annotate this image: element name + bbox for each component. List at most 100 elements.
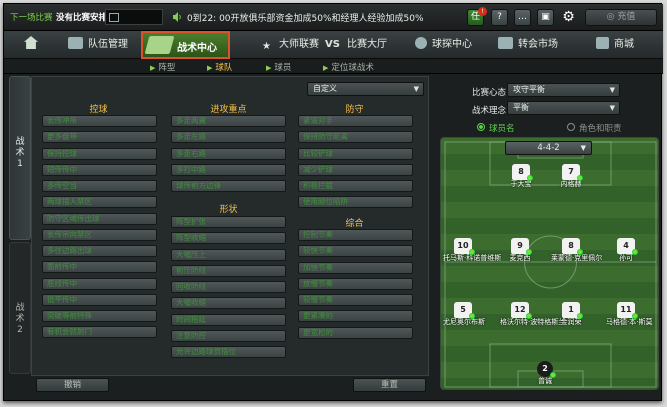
subtab-label: 球员 xyxy=(274,63,292,73)
nav-tactics-center[interactable]: 战术中心 xyxy=(141,31,230,59)
attack-option-button[interactable]: 多走左路 xyxy=(171,131,286,144)
nav-team-management[interactable]: 队伍管理 xyxy=(68,35,128,55)
formation-option-button[interactable]: 允许边路球员插位 xyxy=(171,346,286,358)
pass-option-button[interactable]: 长传吊向禁区 xyxy=(42,228,157,241)
pass-option-button[interactable]: 短传传中 xyxy=(42,163,157,176)
radio-role-label: 角色和职责 xyxy=(579,124,622,134)
reset-button[interactable]: 重置 xyxy=(353,378,426,392)
player-marker[interactable]: 8 于大宝 xyxy=(501,164,541,188)
formation-option-button[interactable]: 大幅压上 xyxy=(171,248,286,261)
overall-option-button[interactable]: 放慢节奏 xyxy=(298,277,413,290)
formation-option-button[interactable]: 回收防线 xyxy=(171,281,286,293)
nav-scout-center[interactable]: 球探中心 xyxy=(415,35,472,55)
pass-option-button[interactable]: 底线传中 xyxy=(42,277,157,290)
radio-player-name[interactable] xyxy=(477,123,485,131)
nav-shop[interactable]: 商城 xyxy=(596,35,634,55)
pass-option-button[interactable]: 有机会就射门 xyxy=(42,326,157,339)
player-marker[interactable]: 2 曾诚 xyxy=(525,361,565,385)
nav-master-league[interactable]: ★ 大师联赛 xyxy=(262,35,319,55)
defense-option-button[interactable]: 保持防守距离 xyxy=(298,131,413,144)
mentality-dropdown[interactable]: 攻守平衡 ▼ xyxy=(507,83,620,97)
pass-option-button[interactable]: 保持控球 xyxy=(42,147,157,160)
overall-option-button[interactable]: 更宽松的 xyxy=(298,326,413,339)
formation-option-button[interactable]: 大幅收缩 xyxy=(171,297,286,310)
player-number: 2 xyxy=(542,364,548,373)
attack-option-button[interactable]: 多走右路 xyxy=(171,147,286,160)
defense-option-button[interactable]: 积极拦截 xyxy=(298,180,413,192)
subtab-team[interactable]: ▶ 球队 xyxy=(207,61,232,73)
calendar-small-icon xyxy=(109,13,119,22)
pass-option-button[interactable]: 多传空当 xyxy=(42,180,157,192)
star-icon: ★ xyxy=(262,41,271,52)
pass-option-button[interactable]: 多往边路出球 xyxy=(42,245,157,257)
radio-role[interactable] xyxy=(567,123,575,131)
player-marker[interactable]: 1 金润荣 xyxy=(551,302,591,326)
tab-tactic-1[interactable]: 战术1 xyxy=(9,76,31,240)
overall-option-button[interactable]: 加快节奏 xyxy=(298,261,413,274)
overall-option-button[interactable]: 更紧凑的 xyxy=(298,310,413,323)
undo-button[interactable]: 撤销 xyxy=(36,378,109,392)
subtab-formation[interactable]: ▶ 阵型 xyxy=(150,61,175,73)
pass-option-button[interactable]: 两球插入禁区 xyxy=(42,196,157,209)
player-name: 于大宝 xyxy=(510,180,532,188)
overall-option-button[interactable]: 控制节奏 xyxy=(298,229,413,241)
subtab-label: 球队 xyxy=(215,63,233,73)
calendar-icon[interactable]: 任! xyxy=(467,7,487,26)
pass-option-button[interactable]: 低平传中 xyxy=(42,293,157,306)
nav-match-hall[interactable]: VS 比赛大厅 xyxy=(325,35,387,55)
formation-option-button[interactable]: 时间拖延 xyxy=(171,313,286,326)
player-marker[interactable]: 4 孙可 xyxy=(606,238,646,262)
gear-icon[interactable]: ⚙ xyxy=(560,9,577,26)
help-icon[interactable]: ? xyxy=(491,9,508,26)
defense-option-button[interactable]: 使用越位陷阱 xyxy=(298,196,413,209)
attack-option-button[interactable]: 多走两翼 xyxy=(171,115,286,127)
overall-option-button[interactable]: 较慢节奏 xyxy=(298,294,413,306)
defense-option-button[interactable]: 比较铲球 xyxy=(298,147,413,160)
section-title-defense: 防守 xyxy=(345,105,364,115)
tab-tactic-2[interactable]: 战术2 xyxy=(9,242,31,374)
dropdown-value: 平衡 xyxy=(513,103,529,112)
status-dot-icon xyxy=(526,313,532,319)
philosophy-dropdown[interactable]: 平衡 ▼ xyxy=(507,101,620,115)
defense-option-button[interactable]: 减少铲球 xyxy=(298,163,413,176)
chat-icon[interactable]: … xyxy=(514,9,531,26)
shirt-icon: 5 xyxy=(454,302,475,319)
player-marker[interactable]: 5 尤尼奥尔布斯 xyxy=(443,302,485,326)
player-marker[interactable]: 8 莱蒙德·克里佩尔 xyxy=(551,238,602,262)
bag-icon[interactable]: ▣ xyxy=(537,9,554,26)
player-marker[interactable]: 10 托马斯·科诺普维斯 xyxy=(443,238,501,262)
subtab-set-pieces[interactable]: ▶ 定位球战术 xyxy=(323,61,374,73)
player-marker[interactable]: 7 内格赫 xyxy=(551,164,591,188)
attack-option-button[interactable]: 球传前方边锋 xyxy=(171,180,286,192)
formation-option-button[interactable]: 阵型收缩 xyxy=(171,232,286,245)
formation-option-button[interactable]: 前压防线 xyxy=(171,264,286,277)
recharge-button[interactable]: ◎ 充值 xyxy=(585,9,657,26)
status-dot-icon xyxy=(527,175,533,181)
match-input[interactable] xyxy=(105,9,163,25)
status-dot-icon xyxy=(632,249,638,255)
formation-option-button[interactable]: 注意防控 xyxy=(171,329,286,342)
pass-option-button[interactable]: 面前传中 xyxy=(42,261,157,274)
home-icon[interactable] xyxy=(24,35,43,55)
nav-label: 球探中心 xyxy=(432,39,472,50)
player-marker[interactable]: 12 格沃尔特·波特格斯兰 xyxy=(500,302,565,326)
subtab-players[interactable]: ▶ 球员 xyxy=(266,61,291,73)
formation-option-button[interactable]: 阵型扩张 xyxy=(171,216,286,228)
overall-option-button[interactable]: 较快节奏 xyxy=(298,245,413,258)
defense-option-button[interactable]: 紧逼对手 xyxy=(298,115,413,127)
pass-option-button[interactable]: 防守区域传出球 xyxy=(42,212,157,225)
status-dot-icon xyxy=(577,175,583,181)
pass-option-button[interactable]: 更多盘带 xyxy=(42,131,157,144)
tactic-preset-dropdown[interactable]: 自定义 ▼ xyxy=(307,82,424,96)
nav-label: 大师联赛 xyxy=(279,39,319,50)
pass-option-button[interactable]: 突破等前特殊 xyxy=(42,310,157,322)
player-marker[interactable]: 9 麦克西 xyxy=(500,238,540,262)
formation-dropdown[interactable]: 4-4-2 ▼ xyxy=(505,141,592,155)
player-marker[interactable]: 11 马格德·本·斯莫 xyxy=(606,302,652,326)
attack-option-button[interactable]: 多打中路 xyxy=(171,163,286,176)
pass-option-button[interactable]: 长传冲吊 xyxy=(42,115,157,127)
top-bar: 下一场比赛 没有比赛安排 0到22: 00开放俱乐部资金加成50%和经理人经验加… xyxy=(4,4,663,31)
pitch xyxy=(440,137,659,390)
nav-transfer-market[interactable]: 转会市场 xyxy=(498,35,558,55)
notification-badge-icon: ! xyxy=(478,7,487,16)
